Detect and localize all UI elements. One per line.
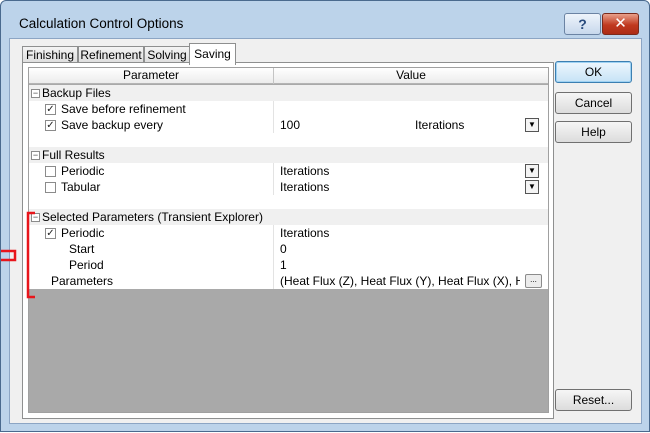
dropdown-arrow-icon[interactable]: ▼ — [525, 118, 539, 132]
help-button[interactable]: Help — [555, 121, 632, 143]
category-label: Full Results — [42, 148, 105, 162]
reset-button[interactable]: Reset... — [555, 389, 632, 411]
checkbox-unchecked-icon[interactable] — [45, 166, 56, 177]
saving-tab-panel: Parameter Value − Backup Files ✓ Save be… — [22, 62, 554, 419]
category-label: Backup Files — [42, 86, 111, 100]
property-name: Save before refinement — [61, 102, 186, 116]
cell-divider — [273, 225, 274, 241]
row-full-tabular[interactable]: Tabular Iterations ▼ — [29, 179, 548, 195]
checkbox-checked-icon[interactable]: ✓ — [45, 228, 56, 239]
property-name: Save backup every — [61, 118, 164, 132]
full-periodic-select[interactable]: Iterations — [280, 163, 514, 179]
property-name: Periodic — [61, 164, 105, 178]
row-save-backup-every[interactable]: ✓ Save backup every 100 Iterations ▼ — [29, 117, 548, 133]
cell-divider — [273, 163, 274, 179]
cell-divider — [273, 241, 274, 257]
title-help-button[interactable]: ? — [564, 13, 601, 35]
start-value-input[interactable]: 0 — [280, 241, 514, 257]
save-every-value-input[interactable]: 100 — [280, 117, 410, 133]
dialog-window: Calculation Control Options ? ✕ Finishin… — [0, 0, 650, 432]
category-label: Selected Parameters (Transient Explorer) — [42, 210, 263, 224]
tab-label: Saving — [194, 47, 231, 61]
tab-saving[interactable]: Saving — [189, 43, 236, 65]
tab-label: Refinement — [80, 48, 142, 62]
cell-divider — [273, 117, 274, 133]
dropdown-arrow-icon[interactable]: ▼ — [525, 180, 539, 194]
selected-periodic-value[interactable]: Iterations — [280, 225, 514, 241]
title-bar[interactable]: Calculation Control Options ? ✕ — [1, 1, 649, 37]
dropdown-arrow-icon[interactable]: ▼ — [525, 164, 539, 178]
parameter-column-header[interactable]: Parameter — [29, 68, 273, 84]
collapse-icon[interactable]: − — [31, 213, 40, 222]
row-save-before-refinement[interactable]: ✓ Save before refinement — [29, 101, 548, 117]
spacer-row — [29, 133, 548, 147]
checkbox-unchecked-icon[interactable] — [45, 182, 56, 193]
cell-divider — [273, 101, 274, 117]
grid-body: − Backup Files ✓ Save before refinement … — [29, 85, 548, 289]
question-icon: ? — [578, 16, 587, 32]
category-backup-files[interactable]: − Backup Files — [29, 85, 548, 101]
value-column-header[interactable]: Value — [274, 68, 548, 84]
checkbox-checked-icon[interactable]: ✓ — [45, 104, 56, 115]
property-name: Start — [69, 242, 95, 256]
ellipsis-button[interactable]: ... — [525, 274, 542, 288]
collapse-icon[interactable]: − — [31, 151, 40, 160]
tab-label: Finishing — [25, 48, 75, 62]
close-icon: ✕ — [614, 15, 627, 32]
row-start[interactable]: Start 0 — [29, 241, 548, 257]
property-name: Parameters — [51, 274, 114, 288]
cell-divider — [273, 273, 274, 289]
row-parameters[interactable]: Parameters (Heat Flux (Z), Heat Flux (Y)… — [29, 273, 548, 289]
category-full-results[interactable]: − Full Results — [29, 147, 548, 163]
property-name: Period — [69, 258, 104, 272]
row-full-periodic[interactable]: Periodic Iterations ▼ — [29, 163, 548, 179]
row-period[interactable]: Period 1 — [29, 257, 548, 273]
checkbox-checked-icon[interactable]: ✓ — [45, 120, 56, 131]
tab-label: Solving — [147, 48, 187, 62]
property-name: Periodic — [61, 226, 105, 240]
ok-button[interactable]: OK — [555, 61, 632, 83]
cell-divider — [273, 257, 274, 273]
close-button[interactable]: ✕ — [602, 13, 639, 35]
parameters-value[interactable]: (Heat Flux (Z), Heat Flux (Y), Heat Flux… — [280, 273, 520, 289]
spacer-row — [29, 195, 548, 209]
category-selected-parameters[interactable]: − Selected Parameters (Transient Explore… — [29, 209, 548, 225]
cell-divider — [273, 179, 274, 195]
property-name: Tabular — [61, 180, 101, 194]
grid-header: Parameter Value — [29, 68, 548, 84]
cancel-button[interactable]: Cancel — [555, 92, 632, 114]
period-value-input[interactable]: 1 — [280, 257, 514, 273]
dialog-client: Finishing Refinement Solving Saving Para… — [9, 38, 642, 424]
property-grid[interactable]: Parameter Value − Backup Files ✓ Save be… — [28, 67, 549, 413]
full-tabular-select[interactable]: Iterations — [280, 179, 514, 195]
window-title: Calculation Control Options — [19, 16, 184, 31]
row-selected-periodic[interactable]: ✓ Periodic Iterations — [29, 225, 548, 241]
collapse-icon[interactable]: − — [31, 89, 40, 98]
save-every-unit-select[interactable]: Iterations — [415, 117, 464, 133]
